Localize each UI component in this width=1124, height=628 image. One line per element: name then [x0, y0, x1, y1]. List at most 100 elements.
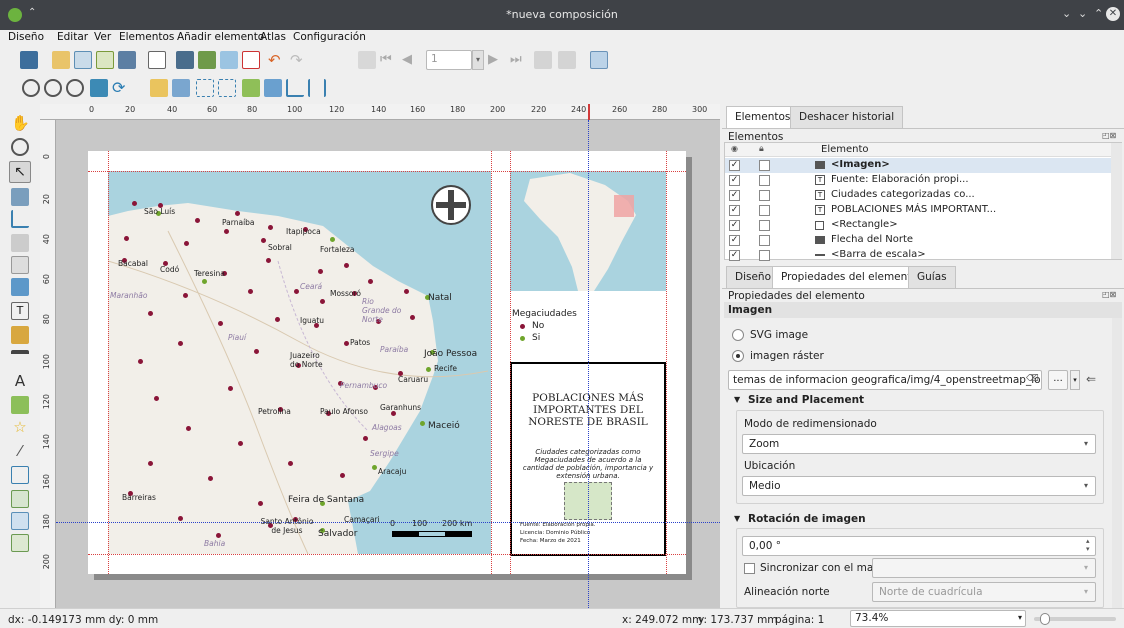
menu-anadir-elemento[interactable]: Añadir elemento	[177, 31, 264, 43]
panel-float-icon[interactable]: ◰⊠	[1102, 290, 1116, 299]
add-fixed-table-icon[interactable]	[11, 534, 29, 552]
add-html-icon[interactable]	[11, 490, 29, 508]
placement-select[interactable]: Medio	[742, 476, 1096, 496]
maximize-icon[interactable]: ⌃	[1094, 7, 1103, 20]
list-item[interactable]: ✓ <Imagen>	[725, 158, 1111, 173]
list-item[interactable]: ✓ T Ciudades categorizadas co...	[725, 188, 1111, 203]
image-path-field[interactable]: temas de informacion geografica/img/4_op…	[728, 370, 1042, 390]
sync-map-select[interactable]	[872, 558, 1096, 578]
panel-float-icon[interactable]: ◰⊠	[1102, 131, 1116, 140]
add-shape-icon[interactable]	[11, 396, 29, 414]
distribute-icon[interactable]	[308, 79, 326, 97]
lock-checkbox[interactable]	[759, 190, 770, 201]
collapse-arrow-icon[interactable]: ▼	[734, 395, 740, 404]
zoom-actual-icon[interactable]	[66, 79, 84, 97]
visibility-checkbox[interactable]: ✓	[729, 160, 740, 171]
resize-mode-select[interactable]: Zoom	[742, 434, 1096, 454]
ungroup-items-icon[interactable]	[218, 79, 236, 97]
visibility-checkbox[interactable]: ✓	[729, 190, 740, 201]
add-scalebar-icon[interactable]	[11, 350, 29, 368]
add-pages-icon[interactable]	[148, 51, 166, 69]
zoom-slider[interactable]	[1034, 613, 1116, 625]
atlas-preview-icon[interactable]	[590, 51, 608, 69]
visibility-checkbox[interactable]: ✓	[729, 220, 740, 231]
menu-ver[interactable]: Ver	[94, 31, 111, 43]
zoom-full-icon[interactable]	[90, 79, 108, 97]
svg-image-radio[interactable]	[732, 329, 744, 341]
export-pdf-icon[interactable]	[242, 51, 260, 69]
export-atlas-icon[interactable]	[558, 51, 576, 69]
list-item[interactable]: ✓ Flecha del Norte	[725, 233, 1111, 248]
undo-icon[interactable]: ↶	[268, 51, 286, 69]
pan-icon[interactable]: ✋	[11, 114, 30, 132]
select-icon[interactable]: ↖	[9, 161, 31, 183]
collapse-icon[interactable]: ⌄	[1078, 7, 1087, 20]
elements-list[interactable]: ◉ 🔒︎ Elemento ✓ <Imagen> ✓ T Fuente: Ela…	[724, 142, 1122, 263]
list-scrollbar[interactable]	[1111, 143, 1122, 259]
tab-propiedades-elemento[interactable]: Propiedades del elemento	[772, 266, 927, 288]
add-label-icon[interactable]: T	[11, 302, 29, 320]
align-icon[interactable]	[286, 79, 304, 97]
export-svg-icon[interactable]	[220, 51, 238, 69]
export-image-icon[interactable]	[198, 51, 216, 69]
last-feature-icon[interactable]: ⏭	[510, 51, 528, 69]
layout-page[interactable]: São Luís Parnaíba Itapipoca Sobral Forta…	[88, 151, 686, 574]
scale-bar[interactable]	[392, 531, 472, 537]
raster-image-radio[interactable]	[732, 350, 744, 362]
add-picture-icon[interactable]	[11, 278, 29, 296]
zoom-dropdown-icon[interactable]: ▾	[1018, 613, 1022, 622]
visibility-checkbox[interactable]: ✓	[729, 235, 740, 246]
clear-path-icon[interactable]: ⌫	[1026, 374, 1039, 384]
zoom-slider-handle[interactable]	[1040, 613, 1050, 625]
save-template-icon[interactable]	[118, 51, 136, 69]
zoom-out-icon[interactable]	[44, 79, 62, 97]
lock-checkbox[interactable]	[759, 175, 770, 186]
list-item[interactable]: ✓ <Rectangle>	[725, 218, 1111, 233]
visibility-checkbox[interactable]: ✓	[729, 175, 740, 186]
zoom-in-icon[interactable]	[22, 79, 40, 97]
zoom-tool-icon[interactable]	[11, 138, 29, 156]
lock-items-icon[interactable]	[150, 79, 168, 97]
menu-editar[interactable]: Editar	[57, 31, 88, 43]
browse-button[interactable]: ...	[1048, 370, 1068, 390]
atlas-settings-icon[interactable]	[358, 51, 376, 69]
add-north-arrow-icon[interactable]: A	[11, 372, 29, 390]
print-icon[interactable]	[176, 51, 194, 69]
add-3d-map-icon[interactable]	[11, 256, 29, 274]
collapse-arrow-icon[interactable]: ▼	[734, 514, 740, 523]
props-scrollbar[interactable]	[1112, 318, 1122, 608]
list-item[interactable]: ✓ <Barra de escala>	[725, 248, 1111, 263]
lock-checkbox[interactable]	[759, 205, 770, 216]
layout-canvas[interactable]: 0 20 40 60 80 100 120 140 160 180 200 22…	[40, 104, 720, 608]
tab-deshacer-historial[interactable]: Deshacer historial	[790, 106, 904, 128]
main-map[interactable]: São Luís Parnaíba Itapipoca Sobral Forta…	[108, 171, 491, 554]
first-feature-icon[interactable]: ⏮	[380, 51, 398, 69]
spin-arrows-icon[interactable]: ▴ ▾	[1086, 537, 1090, 553]
list-item[interactable]: ✓ T POBLACIONES MÁS IMPORTANT...	[725, 203, 1111, 218]
tab-guias[interactable]: Guías	[908, 266, 956, 288]
lock-checkbox[interactable]	[759, 250, 770, 261]
unlock-items-icon[interactable]	[172, 79, 190, 97]
save-icon[interactable]	[20, 51, 38, 69]
menu-elementos[interactable]: Elementos	[119, 31, 174, 43]
north-arrow[interactable]	[431, 185, 471, 225]
lock-checkbox[interactable]	[759, 220, 770, 231]
new-layout-icon[interactable]	[52, 51, 70, 69]
next-feature-icon[interactable]: ▶	[488, 51, 506, 69]
group-items-icon[interactable]	[196, 79, 214, 97]
edit-nodes-icon[interactable]	[11, 210, 29, 228]
add-marker-icon[interactable]: ☆	[11, 418, 29, 436]
add-polyline-icon[interactable]: ⁄	[11, 442, 29, 460]
visibility-checkbox[interactable]: ✓	[729, 250, 740, 261]
duplicate-icon[interactable]	[74, 51, 92, 69]
lower-items-icon[interactable]	[264, 79, 282, 97]
menu-atlas[interactable]: Atlas	[260, 31, 286, 43]
size-placement-section[interactable]: Size and Placement	[748, 394, 864, 406]
menu-diseno[interactable]: Diseño	[8, 31, 44, 43]
tab-elementos[interactable]: Elementos	[726, 106, 800, 128]
minimize-icon[interactable]: ⌄	[1062, 7, 1071, 20]
lock-checkbox[interactable]	[759, 235, 770, 246]
raise-items-icon[interactable]	[242, 79, 260, 97]
legend[interactable]: Megaciudades No Si	[512, 309, 592, 349]
add-map-icon[interactable]	[11, 234, 29, 252]
